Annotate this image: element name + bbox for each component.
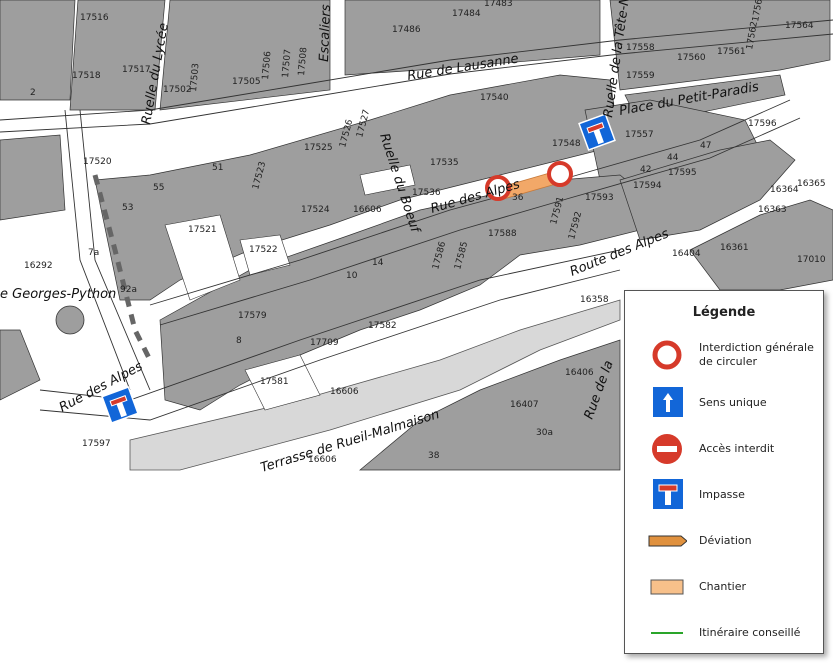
street-label-escaliers: Escaliers xyxy=(317,4,334,62)
svg-text:17540: 17540 xyxy=(480,93,509,103)
legend-label: Sens unique xyxy=(699,396,767,409)
svg-text:17505: 17505 xyxy=(232,77,261,87)
svg-text:16292: 16292 xyxy=(24,261,53,271)
svg-text:16404: 16404 xyxy=(672,249,701,259)
svg-text:17548: 17548 xyxy=(552,139,581,149)
svg-text:14: 14 xyxy=(372,258,384,268)
roundabout xyxy=(55,305,85,335)
detour-arrow-icon xyxy=(648,535,687,547)
svg-text:17486: 17486 xyxy=(392,25,421,35)
svg-text:16406: 16406 xyxy=(565,368,594,378)
legend-item-detour: Déviation xyxy=(647,523,817,559)
svg-text:17483: 17483 xyxy=(484,0,513,9)
svg-text:55: 55 xyxy=(153,183,164,193)
svg-text:17561: 17561 xyxy=(717,47,746,57)
svg-text:17595: 17595 xyxy=(668,168,697,178)
svg-text:17558: 17558 xyxy=(626,43,655,53)
svg-text:16358: 16358 xyxy=(580,295,609,305)
construction-swatch-icon xyxy=(650,579,684,595)
no-traffic-icon xyxy=(652,340,682,370)
svg-text:17502: 17502 xyxy=(163,85,192,95)
svg-text:17521: 17521 xyxy=(188,225,217,235)
svg-text:8: 8 xyxy=(236,336,242,346)
svg-text:16364: 16364 xyxy=(770,185,799,195)
legend-label: Déviation xyxy=(699,534,752,547)
svg-text:17524: 17524 xyxy=(301,205,330,215)
svg-text:53: 53 xyxy=(122,203,133,213)
svg-text:17593: 17593 xyxy=(585,193,614,203)
svg-text:16606: 16606 xyxy=(308,455,337,465)
street-label-georges-python: e Georges-Python xyxy=(0,287,116,302)
legend-item-no-traffic: Interdiction générale de circuler xyxy=(647,337,817,373)
svg-text:16606: 16606 xyxy=(330,387,359,397)
legend-label: Chantier xyxy=(699,580,747,593)
dead-end-icon xyxy=(653,479,683,509)
legend-label: Accès interdit xyxy=(699,442,775,455)
svg-text:17559: 17559 xyxy=(626,71,655,81)
svg-text:47: 47 xyxy=(700,141,711,151)
svg-text:16407: 16407 xyxy=(510,400,539,410)
svg-text:38: 38 xyxy=(428,451,440,461)
svg-text:17557: 17557 xyxy=(625,130,654,140)
svg-text:17594: 17594 xyxy=(633,181,662,191)
map-legend: Légende Interdiction générale de circule… xyxy=(624,290,824,654)
svg-text:17484: 17484 xyxy=(452,9,481,19)
svg-text:17517: 17517 xyxy=(122,65,151,75)
svg-text:16361: 16361 xyxy=(720,243,749,253)
svg-text:17535: 17535 xyxy=(430,158,459,168)
svg-text:16363: 16363 xyxy=(758,205,787,215)
legend-label: Impasse xyxy=(699,488,745,501)
svg-text:17525: 17525 xyxy=(304,143,333,153)
svg-text:17536: 17536 xyxy=(412,188,441,198)
svg-text:16365: 16365 xyxy=(797,179,826,189)
svg-text:92a: 92a xyxy=(120,285,137,295)
legend-label: Interdiction générale de circuler xyxy=(699,341,814,368)
svg-text:17579: 17579 xyxy=(238,311,267,321)
svg-text:17588: 17588 xyxy=(488,229,517,239)
svg-text:30a: 30a xyxy=(536,428,553,438)
legend-item-dead-end: Impasse xyxy=(647,477,817,513)
svg-text:44: 44 xyxy=(667,153,679,163)
legend-item-construction: Chantier xyxy=(647,569,817,605)
svg-text:17597: 17597 xyxy=(82,439,111,449)
svg-text:17596: 17596 xyxy=(748,119,777,129)
legend-title: Légende xyxy=(692,305,756,320)
legend-item-recommended-route: Itinéraire conseillé xyxy=(647,615,817,651)
no-entry-icon xyxy=(652,434,682,464)
legend-item-one-way: Sens unique xyxy=(647,385,817,421)
svg-text:17522: 17522 xyxy=(249,245,278,255)
one-way-icon xyxy=(653,387,683,417)
legend-item-no-entry: Accès interdit xyxy=(647,431,817,467)
svg-text:7a: 7a xyxy=(88,248,99,258)
svg-text:17516: 17516 xyxy=(80,13,109,23)
svg-text:17581: 17581 xyxy=(260,377,289,387)
svg-text:17709: 17709 xyxy=(310,338,339,348)
legend-label: Itinéraire conseillé xyxy=(699,626,801,639)
svg-text:17518: 17518 xyxy=(72,71,101,81)
svg-text:51: 51 xyxy=(212,163,223,173)
svg-text:10: 10 xyxy=(346,271,358,281)
svg-text:17560: 17560 xyxy=(677,53,706,63)
svg-text:17582: 17582 xyxy=(368,321,397,331)
svg-text:17520: 17520 xyxy=(83,157,112,167)
svg-text:2: 2 xyxy=(30,88,36,98)
svg-text:42: 42 xyxy=(640,165,651,175)
svg-text:17010: 17010 xyxy=(797,255,826,265)
no-traffic-icon[interactable] xyxy=(547,161,573,187)
svg-text:16606: 16606 xyxy=(353,205,382,215)
svg-text:17564: 17564 xyxy=(785,21,814,31)
svg-text:36: 36 xyxy=(512,193,524,203)
recommended-route-icon xyxy=(651,632,683,634)
